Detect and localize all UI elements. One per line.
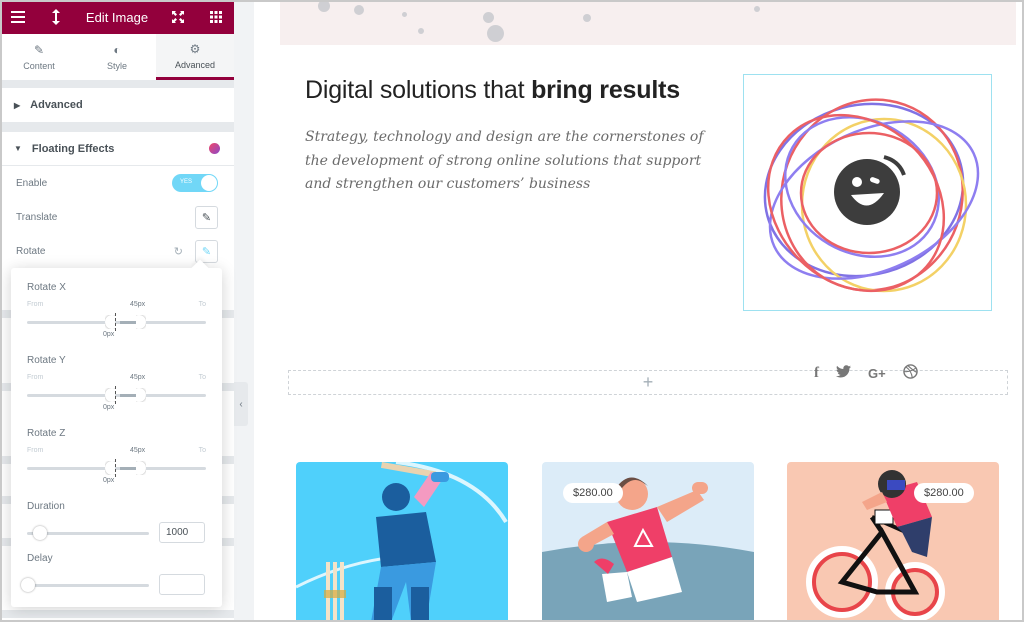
panel-gutter [234, 0, 254, 622]
tab-label: Advanced [174, 59, 216, 70]
page-heading: Digital solutions that bring results [305, 76, 680, 105]
rotate-x-control: Rotate X From 45px To 0px [27, 282, 206, 355]
tab-advanced[interactable]: ⚙ Advanced [156, 34, 234, 80]
enable-label: Enable [16, 177, 48, 189]
rotate-popover: Rotate X From 45px To 0px Rotate Y From … [11, 268, 222, 607]
rotate-y-control: Rotate Y From 45px To 0px [27, 355, 206, 428]
heading-light: Digital solutions that [305, 76, 532, 104]
heading-bold: bring results [531, 76, 680, 104]
hamburger-icon[interactable] [10, 9, 26, 25]
pencil-icon: ✎ [201, 245, 212, 258]
expand-icon[interactable] [170, 9, 186, 25]
to-label: To [198, 374, 206, 381]
to-value: 45px [130, 447, 146, 454]
floating-effects-controls: Enable YES Translate ✎ Rotate ↻ ✎ [0, 166, 234, 268]
rotate-x-label: Rotate X [27, 282, 66, 293]
intro-paragraph: Strategy, technology and design are the … [305, 129, 704, 192]
panel-header: Edit Image [0, 0, 234, 34]
chevron-left-icon: ‹ [239, 398, 243, 410]
translate-edit-button[interactable]: ✎ [195, 205, 218, 229]
duration-control: Duration [27, 501, 206, 553]
to-value: 45px [130, 374, 146, 381]
toggle-knob [201, 175, 217, 191]
rotate-row: Rotate ↻ ✎ [16, 234, 218, 268]
cricket-player-illustration [296, 462, 508, 622]
tab-content[interactable]: ✎ Content [0, 34, 78, 80]
addon-badge-icon [209, 143, 220, 154]
rotate-z-label: Rotate Z [27, 428, 66, 439]
price-badge: $280.00 [914, 483, 974, 503]
section-advanced[interactable]: ▶ Advanced [0, 88, 234, 122]
selected-image-widget[interactable] [743, 74, 992, 311]
duration-input[interactable] [159, 522, 205, 543]
enable-row: Enable YES [16, 166, 218, 200]
scribble-logo-image [763, 98, 980, 293]
caret-down-icon: ▼ [14, 144, 22, 153]
product-card-soccer[interactable]: $280.00 [542, 462, 754, 622]
slider-handle[interactable] [21, 577, 35, 592]
gear-icon: ⚙ [189, 41, 201, 56]
twitter-icon[interactable] [836, 365, 851, 382]
duration-label: Duration [27, 501, 65, 512]
product-card-cricket[interactable] [296, 462, 508, 622]
slider-handle[interactable] [33, 525, 47, 540]
page-canvas: Digital solutions that bring results Str… [254, 0, 1024, 622]
reset-icon[interactable]: ↻ [174, 245, 183, 258]
rotate-label: Rotate [16, 245, 46, 257]
panel-title: Edit Image [85, 9, 149, 25]
delay-label: Delay [27, 553, 53, 564]
toggle-text: YES [180, 179, 193, 185]
rotate-x-range-slider[interactable]: 0px [27, 313, 206, 338]
from-value: 0px [103, 404, 115, 411]
social-icons: f G+ [814, 364, 918, 383]
to-label: To [198, 447, 206, 454]
pencil-icon: ✎ [201, 211, 212, 224]
delay-input[interactable] [159, 574, 205, 595]
rotate-edit-button[interactable]: ✎ [195, 239, 218, 263]
section-floating-effects[interactable]: ▼ Floating Effects [0, 132, 234, 166]
delay-control: Delay [21, 553, 206, 595]
tab-label: Content [23, 61, 55, 71]
grid-icon[interactable] [208, 9, 224, 25]
delay-slider[interactable] [21, 577, 149, 592]
translate-label: Translate [16, 211, 58, 223]
divider [0, 610, 234, 618]
section-title: Advanced [30, 99, 83, 111]
from-value: 0px [103, 477, 115, 484]
rotate-z-range-slider[interactable]: 0px [27, 459, 206, 484]
plus-icon[interactable]: + [643, 372, 654, 393]
rotate-y-range-slider[interactable]: 0px [27, 386, 206, 411]
from-label: From [27, 374, 44, 381]
hero-banner [280, 0, 1016, 45]
rotate-z-control: Rotate Z From 45px To 0px [27, 428, 206, 501]
pencil-icon: ✎ [33, 43, 45, 57]
from-label: From [27, 447, 44, 454]
dribbble-icon[interactable] [902, 364, 918, 383]
translate-row: Translate ✎ [16, 200, 218, 234]
rotate-y-label: Rotate Y [27, 355, 66, 366]
to-value: 45px [130, 301, 146, 308]
price-badge: $280.00 [563, 483, 623, 503]
section-title: Floating Effects [31, 142, 115, 155]
collapse-panel-button[interactable]: ‹ [234, 382, 248, 426]
facebook-icon[interactable]: f [814, 365, 819, 382]
google-plus-icon[interactable]: G+ [868, 366, 886, 381]
from-value: 0px [103, 331, 115, 338]
duration-slider[interactable] [27, 525, 149, 540]
tab-style[interactable]: ◐ Style [78, 34, 156, 80]
tab-label: Style [106, 61, 127, 71]
from-label: From [27, 301, 44, 308]
product-card-bike[interactable]: $280.00 [787, 462, 999, 622]
half-circle-icon: ◐ [113, 43, 121, 57]
vertical-arrows-icon[interactable] [48, 9, 64, 25]
caret-right-icon: ▶ [14, 100, 21, 110]
panel-tabs: ✎ Content ◐ Style ⚙ Advanced [0, 34, 234, 80]
enable-toggle[interactable]: YES [172, 174, 218, 192]
to-label: To [198, 301, 206, 308]
